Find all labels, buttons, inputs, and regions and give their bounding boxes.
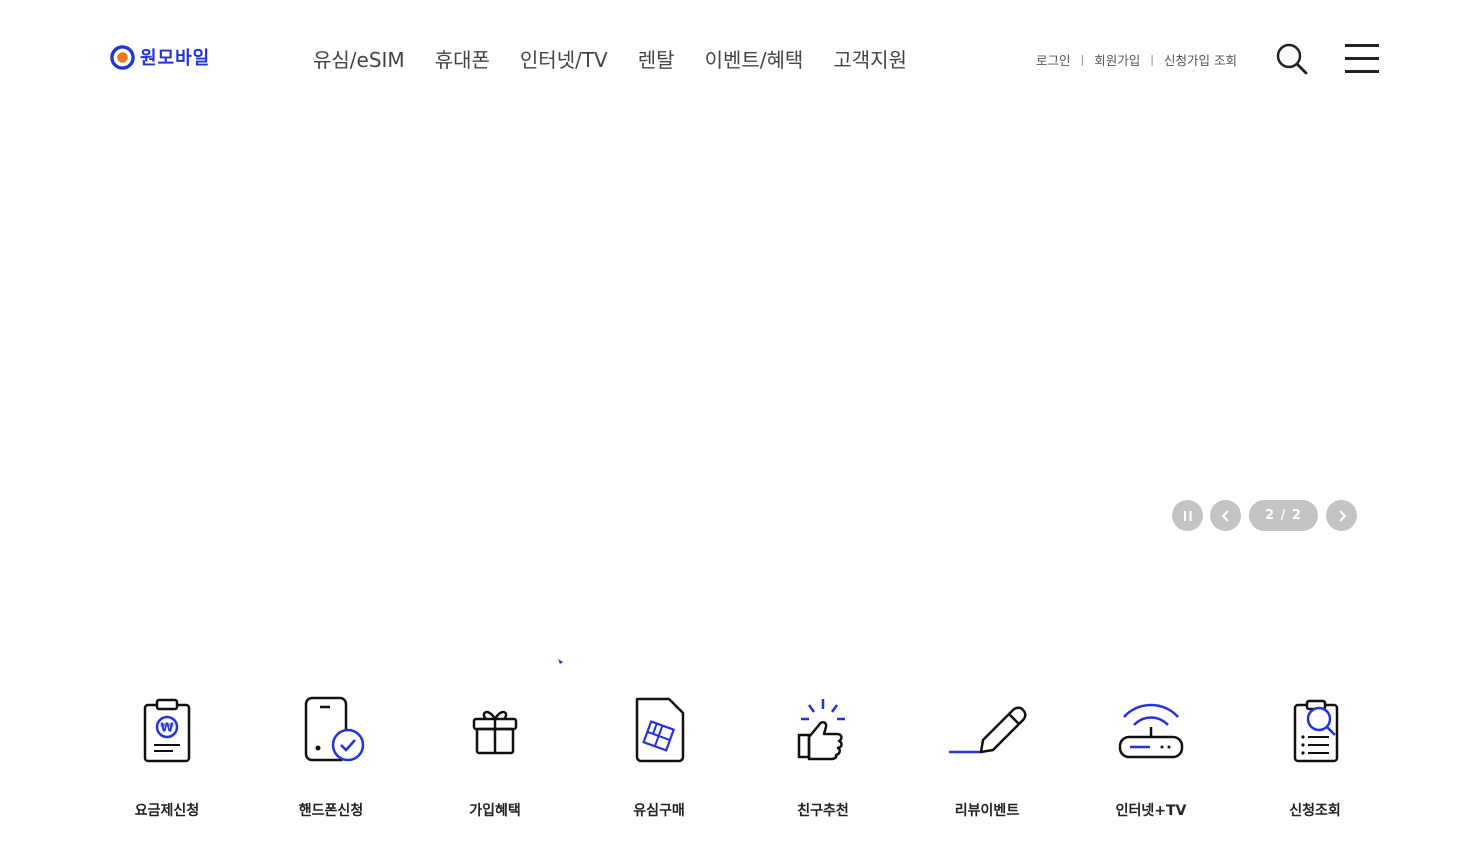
login-link[interactable]: 로그인 [1036,50,1071,69]
quick-menu-label: 친구추천 [797,803,849,819]
main-nav: 유심/eSIM 휴대폰 인터넷/TV 렌탈 이벤트/혜택 고객지원 [313,44,937,76]
clipboard-won-icon: ₩ [143,698,191,763]
search-icon [1276,43,1308,75]
router-wifi-icon [1118,703,1184,759]
decorative-dot [558,659,563,664]
quick-menu-benefits[interactable]: 가입혜택 [413,690,577,820]
slider-pause-button[interactable] [1172,500,1203,531]
quick-menu-label: 리뷰이벤트 [954,803,1020,819]
nav-item-internet-tv[interactable]: 인터넷/TV [520,44,608,76]
util-separator: | [1080,53,1085,66]
quick-menu-label: 신청조회 [1289,803,1341,819]
quick-menu-internet-tv[interactable]: 인터넷+TV [1069,690,1233,820]
nav-item-usim[interactable]: 유심/eSIM [313,44,405,76]
pause-icon [1183,510,1191,521]
quick-menu-label: 핸드폰신청 [298,803,364,819]
slider-controls: 2 / 2 [1172,500,1357,531]
quick-menu-label: 인터넷+TV [1115,803,1187,819]
chevron-right-icon [1338,509,1346,522]
nav-item-phone[interactable]: 휴대폰 [435,44,490,76]
thumbs-up-icon [797,699,845,761]
apply-check-link[interactable]: 신청가입 조회 [1164,50,1237,69]
document-search-icon [1293,699,1339,763]
nav-item-event[interactable]: 이벤트/혜택 [705,44,804,76]
hamburger-line [1345,70,1379,73]
quick-menu-phone-apply[interactable]: 핸드폰신청 [249,690,413,820]
hamburger-menu-button[interactable] [1345,44,1379,74]
slider-pager: 2 / 2 [1249,500,1318,531]
brand-logo[interactable]: 원모바일 [110,44,210,70]
quick-menu-usim-buy[interactable]: 유심구매 [577,690,741,820]
quick-menu-refer-friend[interactable]: 친구추천 [741,690,905,820]
phone-check-icon [304,696,365,762]
nav-item-support[interactable]: 고객지원 [833,44,907,76]
sim-card-icon [635,697,685,763]
hamburger-line [1345,57,1379,60]
quick-menu-label: 가입혜택 [469,803,521,819]
nav-item-rental[interactable]: 렌탈 [638,44,675,76]
quick-menu-label: 요금제신청 [134,803,200,819]
slider-prev-button[interactable] [1210,500,1241,531]
hamburger-menu-icon [1345,44,1379,47]
chevron-left-icon [1221,509,1229,522]
logo-mark-icon [110,44,135,70]
brand-name: 원모바일 [140,48,211,69]
quick-menu: ₩ 요금제신청 핸드폰신청 가입혜택 유심구매 친구추천 리뷰이벤트 인터넷+T… [85,690,1397,820]
pencil-icon [949,706,1027,754]
site-header: 원모바일 유심/eSIM 휴대폰 인터넷/TV 렌탈 이벤트/혜택 고객지원 로… [0,0,1483,120]
slider-next-button[interactable] [1326,500,1357,531]
join-link[interactable]: 회원가입 [1094,50,1140,69]
search-button[interactable] [1275,42,1309,76]
quick-menu-review-event[interactable]: 리뷰이벤트 [905,690,1069,820]
utility-links: 로그인 | 회원가입 | 신청가입 조회 [1036,50,1237,69]
quick-menu-label: 유심구매 [633,803,685,819]
quick-menu-plan-apply[interactable]: ₩ 요금제신청 [85,690,249,820]
quick-menu-apply-check[interactable]: 신청조회 [1233,690,1397,820]
gift-icon [472,710,518,755]
svg-text:₩: ₩ [160,721,174,735]
util-separator: | [1150,53,1154,66]
